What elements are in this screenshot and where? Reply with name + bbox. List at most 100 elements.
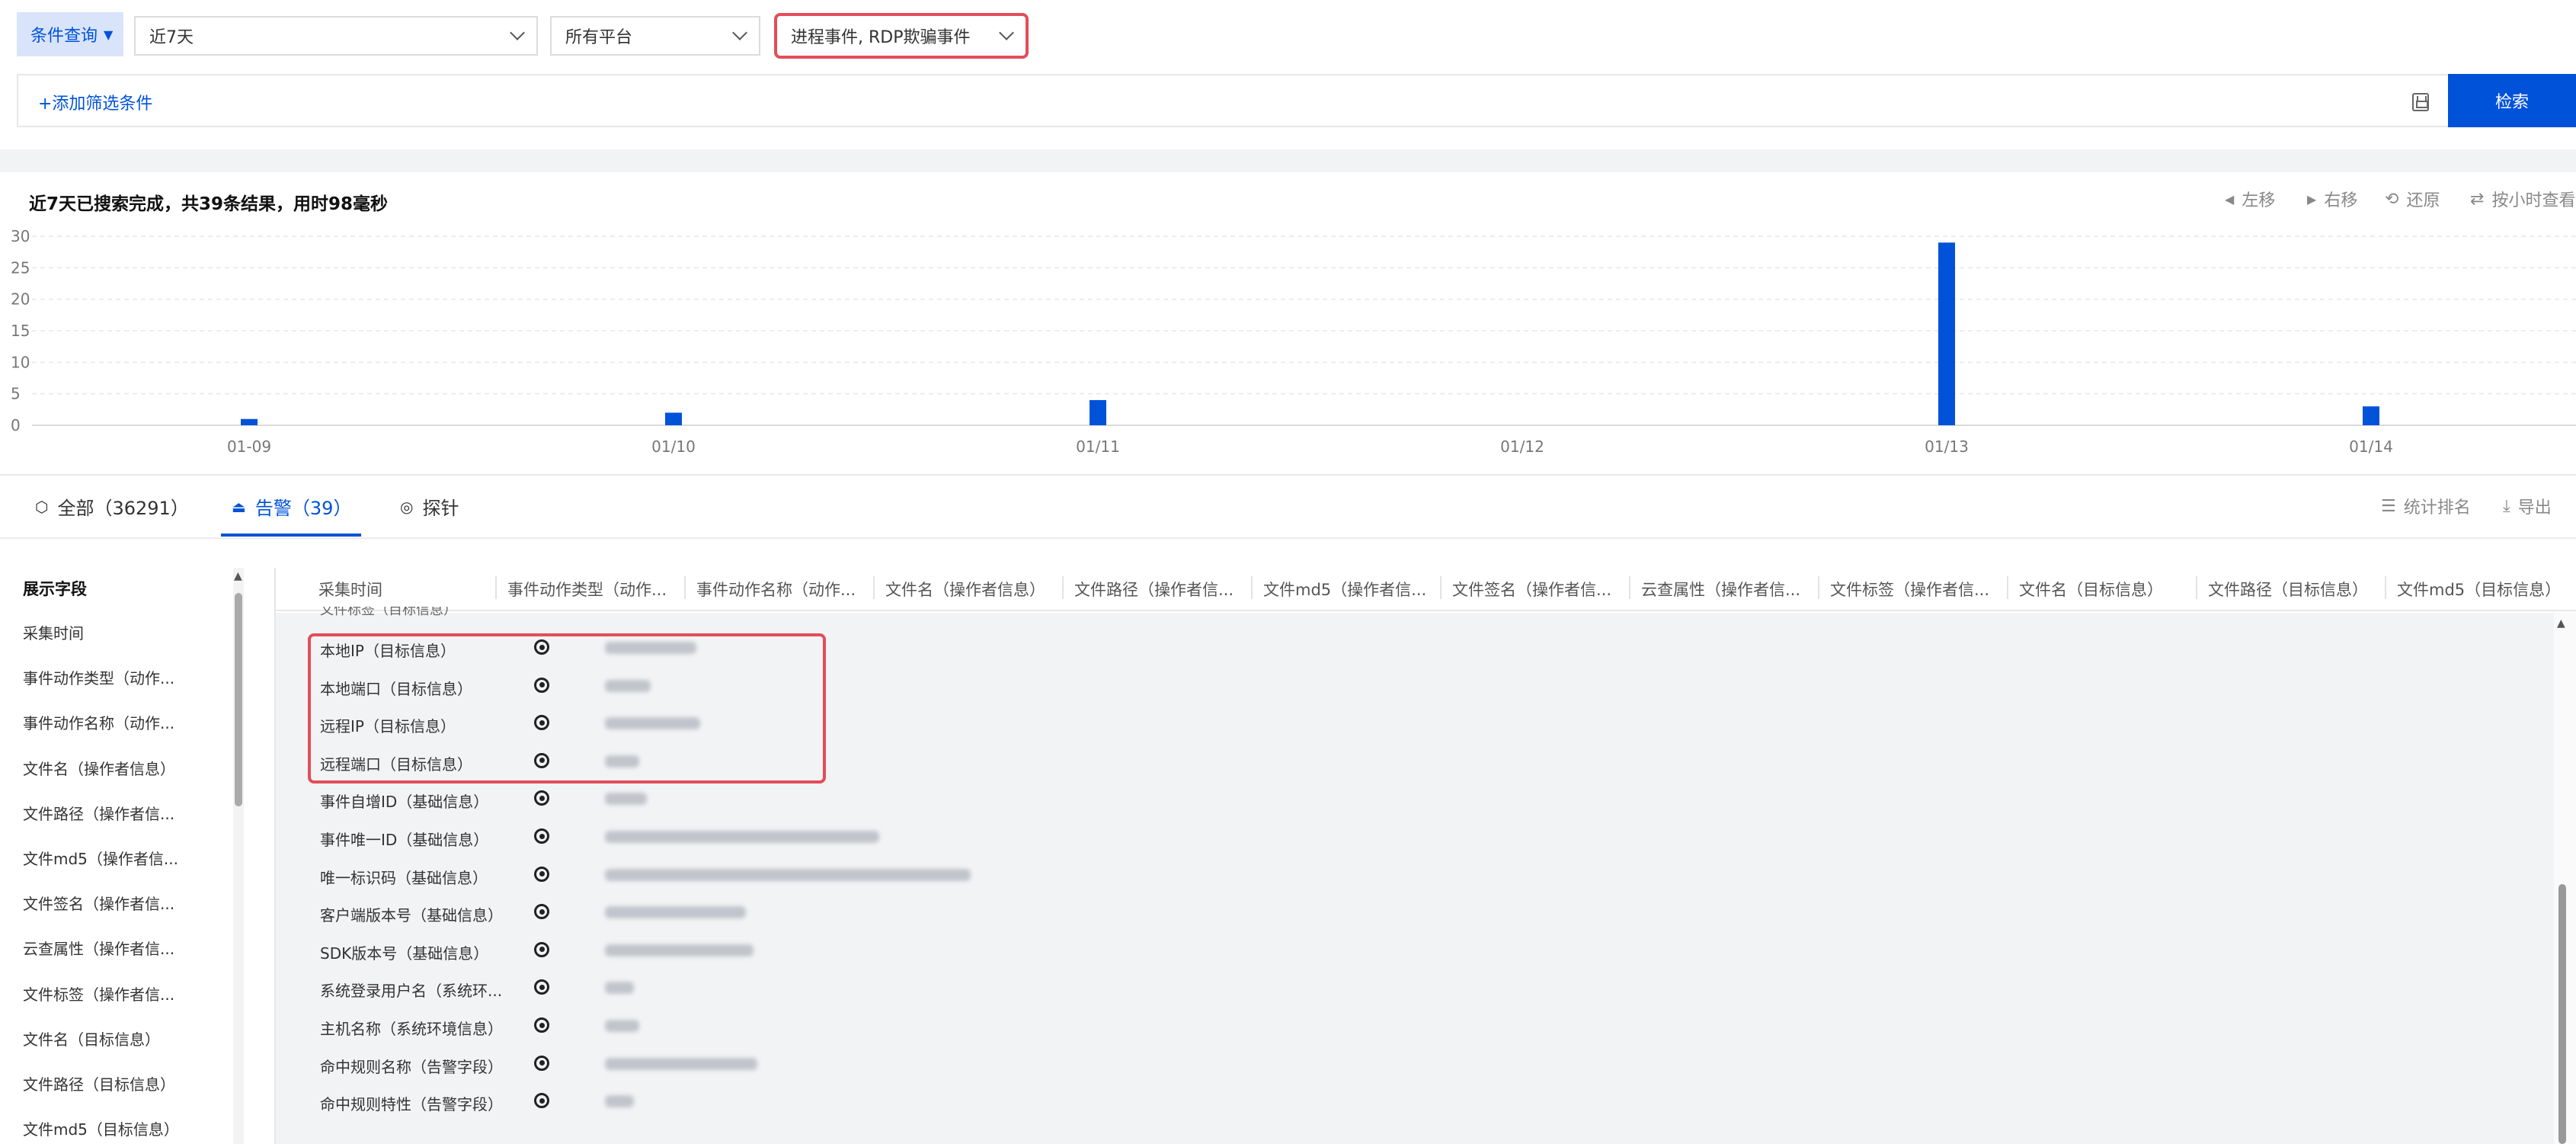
filter-toggle-icon[interactable] (534, 979, 549, 995)
shift-right-label: 右移 (2324, 191, 2358, 210)
platform-select[interactable]: 所有平台 (550, 16, 760, 56)
column-separator[interactable] (495, 576, 497, 599)
detail-row-value: 2023.10.2017.0.4431 (605, 906, 746, 919)
cube-icon: ⬡ (35, 497, 49, 516)
time-range-select[interactable]: 近7天 (134, 16, 538, 56)
detail-row-label: 系统登录用户名（系统环... (320, 982, 503, 1001)
column-header[interactable]: 文件路径（操作者信... (1074, 578, 1243, 601)
field-item[interactable]: 云查属性（操作者信... (23, 937, 198, 959)
shift-left-button[interactable]: ◀ 左移 (2225, 187, 2275, 211)
chevron-down-icon (732, 25, 747, 40)
detail-row-value: 1.0.9.2.0.2023 (605, 944, 754, 957)
tab-probe[interactable]: ◎ 探针 (400, 493, 459, 520)
column-header[interactable]: 文件md5（目标信息） (2397, 578, 2566, 601)
scroll-up-icon[interactable]: ▲ (234, 570, 242, 582)
table-header: 采集时间 事件动作类型（动作... 事件动作名称（动作... 文件名（操作者信息） 文件… (276, 564, 2576, 611)
column-header[interactable]: 文件md5（操作者信... (1263, 578, 1432, 601)
filter-toggle-icon[interactable] (534, 1055, 549, 1071)
column-header[interactable]: 采集时间 (318, 578, 488, 601)
column-separator[interactable] (684, 576, 686, 599)
column-header[interactable]: 事件动作类型（动作... (507, 578, 677, 601)
column-separator[interactable] (1440, 576, 1442, 599)
filter-toggle-icon[interactable] (534, 790, 549, 806)
column-separator[interactable] (1062, 576, 1064, 599)
detail-row-label: 客户端版本号（基础信息） (320, 906, 503, 925)
caret-left-icon: ◀ (2225, 191, 2235, 207)
x-tick-label: 01/12 (1500, 437, 1544, 456)
add-filter-row (17, 74, 2448, 127)
y-tick-label: 15 (11, 322, 30, 340)
field-item[interactable]: 文件标签（操作者信... (23, 982, 198, 1005)
fields-scrollbar-thumb[interactable] (235, 593, 242, 806)
column-header[interactable]: 文件名（操作者信息） (885, 578, 1054, 601)
filter-toggle-icon[interactable] (534, 1017, 549, 1033)
section-divider (0, 149, 2576, 172)
add-filter-link[interactable]: +添加筛选条件 (38, 90, 152, 114)
chart-divider (0, 474, 2576, 476)
scroll-up-icon[interactable]: ▲ (2557, 617, 2565, 630)
column-separator[interactable] (2385, 576, 2386, 599)
search-button[interactable]: 检索 (2448, 74, 2576, 127)
field-item[interactable]: 文件签名（操作者信... (23, 892, 198, 914)
column-header[interactable]: 云查属性（操作者信... (1641, 578, 1810, 601)
chevron-down-icon: ▼ (104, 27, 114, 42)
field-item[interactable]: 文件路径（操作者信... (23, 802, 198, 824)
field-item[interactable]: 文件md5（目标信息） (23, 1117, 198, 1139)
detail-row: 唯一标识码（基础信息） ee3f9c2a61ab7b4e0f8cf3e17a5b2… (276, 860, 1342, 890)
x-tick-label: 01/10 (651, 437, 696, 456)
tab-alerts-label: 告警（39） (254, 498, 352, 519)
detail-row-partial: 文件标签（目标信息） (320, 607, 457, 617)
x-tick-label: 01/11 (1076, 437, 1120, 456)
shift-right-button[interactable]: ▶ 右移 (2307, 187, 2357, 211)
y-tick-label: 10 (11, 353, 30, 371)
stats-ranking-button[interactable]: ☰ 统计排名 (2381, 494, 2471, 518)
column-header[interactable]: 文件标签（操作者信... (1830, 578, 1999, 601)
detail-row: 事件自增ID（基础信息） 37904 (276, 783, 1342, 814)
export-button[interactable]: ⤓ 导出 (2503, 494, 2552, 518)
filter-toggle-icon[interactable] (534, 941, 549, 957)
field-item[interactable]: 文件名（目标信息） (23, 1027, 198, 1049)
event-bar-chart: 30 25 20 15 10 5 0 01-09 01/10 01/11 01/12 01/13 01/… (11, 227, 2576, 456)
column-separator[interactable] (2007, 576, 2008, 599)
detail-row-label: 事件唯一ID（基础信息） (320, 831, 489, 849)
export-label: 导出 (2517, 498, 2552, 518)
filter-toggle-icon[interactable] (534, 828, 549, 844)
field-item[interactable]: 采集时间 (23, 621, 198, 643)
field-item[interactable]: 文件md5（操作者信... (23, 847, 198, 869)
column-separator[interactable] (2196, 576, 2197, 599)
column-header[interactable]: 文件路径（目标信息） (2208, 578, 2377, 601)
x-tick-label: 01-09 (227, 437, 271, 456)
bar-01/11 (1090, 399, 1106, 425)
column-header[interactable]: 文件名（目标信息） (2019, 578, 2188, 601)
tab-all-label: 全部（36291） (57, 498, 189, 519)
column-header[interactable]: 文件签名（操作者信... (1452, 578, 1621, 601)
field-item[interactable]: 事件动作类型（动作... (23, 666, 198, 688)
detail-row-label: 主机名称（系统环境信息） (320, 1020, 503, 1038)
detail-scrollbar-thumb[interactable] (2558, 884, 2566, 1144)
hourly-view-button[interactable]: ⇄ 按小时查看 (2470, 187, 2575, 211)
field-item[interactable]: 事件动作名称（动作... (23, 711, 198, 733)
filter-toggle-icon[interactable] (534, 904, 549, 920)
field-item[interactable]: 文件名（操作者信息） (23, 757, 198, 779)
column-separator[interactable] (873, 576, 875, 599)
reset-label: 还原 (2406, 191, 2440, 210)
query-mode-dropdown[interactable]: 条件查询 ▼ (17, 12, 123, 56)
tab-all[interactable]: ⬡ 全部（36291） (35, 493, 189, 520)
detail-row-label: 命中规则名称（告警字段） (320, 1057, 503, 1076)
column-separator[interactable] (1818, 576, 1819, 599)
hourly-view-label: 按小时查看 (2491, 191, 2576, 210)
detail-row-label: 命中规则特性（告警字段） (320, 1095, 503, 1114)
event-type-select[interactable]: 进程事件, RDP欺骗事件 (774, 13, 1029, 59)
filter-toggle-icon[interactable] (534, 866, 549, 882)
column-separator[interactable] (1251, 576, 1253, 599)
reset-button[interactable]: ⟲ 还原 (2385, 187, 2440, 211)
filter-toggle-icon[interactable] (534, 1093, 549, 1109)
field-item[interactable]: 文件路径（目标信息） (23, 1072, 198, 1094)
column-separator[interactable] (1629, 576, 1630, 599)
shift-left-label: 左移 (2242, 191, 2276, 210)
save-icon[interactable] (2412, 93, 2429, 111)
tab-alerts[interactable]: ⏏ 告警（39） (232, 493, 351, 520)
detail-row-label: 事件自增ID（基础信息） (320, 793, 489, 812)
column-header[interactable]: 事件动作名称（动作... (696, 578, 866, 601)
detail-row: 客户端版本号（基础信息） 2023.10.2017.0.4431 (276, 897, 1342, 928)
